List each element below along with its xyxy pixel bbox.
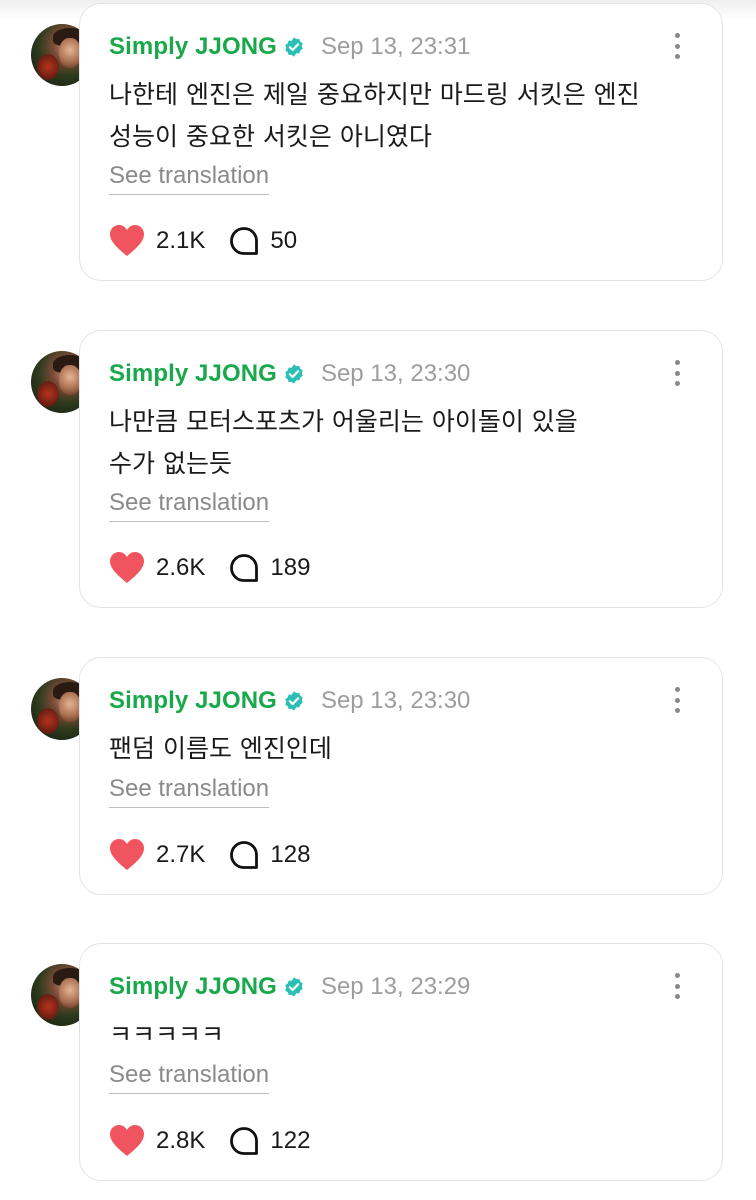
avatar-glow — [37, 708, 59, 734]
verified-icon — [285, 977, 303, 997]
feed: Simply JJONG Sep 13, 23:31 나한테 엔진은 제일 중요… — [0, 0, 756, 1200]
see-translation-link[interactable]: See translation — [109, 489, 270, 522]
more-vertical-icon[interactable] — [672, 971, 682, 1001]
post-card[interactable]: Simply JJONG Sep 13, 23:29 ㅋㅋㅋㅋㅋ See tra… — [79, 943, 723, 1181]
more-vertical-icon[interactable] — [672, 685, 682, 715]
comment-count: 189 — [270, 554, 311, 581]
post-text: 나만큼 모터스포츠가 어울리는 아이돌이 있을 수가 없는듯 — [109, 401, 709, 485]
like-count: 2.1K — [156, 227, 206, 254]
avatar-face — [59, 38, 81, 68]
speech-bubble-icon[interactable] — [229, 840, 259, 870]
post: Simply JJONG Sep 13, 23:30 나만큼 모터스포츠가 어울… — [0, 327, 756, 612]
speech-bubble-icon[interactable] — [229, 226, 259, 256]
see-translation-link[interactable]: See translation — [109, 775, 270, 808]
post-stats: 2.1K 50 — [109, 224, 297, 258]
post-text-line: 수가 없는듯 — [109, 449, 232, 478]
more-vertical-icon[interactable] — [672, 358, 682, 388]
verified-icon — [285, 37, 303, 57]
post-header: Simply JJONG Sep 13, 23:31 — [109, 31, 470, 63]
post-header: Simply JJONG Sep 13, 23:30 — [109, 685, 470, 717]
post-card[interactable]: Simply JJONG Sep 13, 23:30 팬덤 이름도 엔진인데 S… — [79, 657, 723, 895]
comment-count: 122 — [270, 1127, 311, 1154]
post-timestamp: Sep 13, 23:29 — [320, 973, 471, 1000]
verified-icon — [285, 364, 303, 384]
author-name[interactable]: Simply JJONG — [109, 360, 277, 388]
post-text-line: 나한테 엔진은 제일 중요하지만 마드링 서킷은 엔진 — [109, 80, 640, 109]
post-stats: 2.8K 122 — [109, 1124, 310, 1158]
post-text: ㅋㅋㅋㅋㅋ — [109, 1014, 709, 1056]
verified-icon — [285, 691, 303, 711]
avatar-face — [59, 692, 81, 722]
post-text-line: 팬덤 이름도 엔진인데 — [109, 734, 332, 763]
avatar-glow — [37, 994, 59, 1020]
post-stats: 2.7K 128 — [109, 838, 310, 872]
post-text-line: 나만큼 모터스포츠가 어울리는 아이돌이 있을 — [109, 407, 578, 436]
avatar-glow — [37, 381, 59, 407]
avatar-face — [59, 978, 81, 1008]
post-timestamp: Sep 13, 23:31 — [320, 33, 471, 60]
speech-bubble-icon[interactable] — [229, 1126, 259, 1156]
speech-bubble-icon[interactable] — [229, 553, 259, 583]
post-card[interactable]: Simply JJONG Sep 13, 23:31 나한테 엔진은 제일 중요… — [79, 3, 723, 281]
post-header: Simply JJONG Sep 13, 23:30 — [109, 358, 470, 390]
post: Simply JJONG Sep 13, 23:31 나한테 엔진은 제일 중요… — [0, 0, 756, 285]
see-translation-link[interactable]: See translation — [109, 162, 270, 195]
post: Simply JJONG Sep 13, 23:30 팬덤 이름도 엔진인데 S… — [0, 654, 756, 899]
post-stats: 2.6K 189 — [109, 551, 310, 585]
post: Simply JJONG Sep 13, 23:29 ㅋㅋㅋㅋㅋ See tra… — [0, 940, 756, 1185]
like-count: 2.7K — [156, 841, 206, 868]
more-vertical-icon[interactable] — [672, 31, 682, 61]
like-count: 2.6K — [156, 554, 206, 581]
see-translation-link[interactable]: See translation — [109, 1061, 270, 1094]
comment-count: 128 — [270, 841, 311, 868]
heart-icon[interactable] — [109, 551, 145, 585]
post-header: Simply JJONG Sep 13, 23:29 — [109, 971, 470, 1003]
post-text: 나한테 엔진은 제일 중요하지만 마드링 서킷은 엔진 성능이 중요한 서킷은 … — [109, 74, 709, 158]
author-name[interactable]: Simply JJONG — [109, 973, 277, 1001]
post-text-line: 성능이 중요한 서킷은 아니였다 — [109, 122, 432, 151]
post-timestamp: Sep 13, 23:30 — [320, 360, 471, 387]
post-text-line: ㅋㅋㅋㅋㅋ — [109, 1020, 225, 1049]
post-timestamp: Sep 13, 23:30 — [320, 687, 471, 714]
comment-count: 50 — [270, 227, 298, 254]
heart-icon[interactable] — [109, 838, 145, 872]
heart-icon[interactable] — [109, 1124, 145, 1158]
author-name[interactable]: Simply JJONG — [109, 33, 277, 61]
avatar-face — [59, 365, 81, 395]
like-count: 2.8K — [156, 1127, 206, 1154]
post-card[interactable]: Simply JJONG Sep 13, 23:30 나만큼 모터스포츠가 어울… — [79, 330, 723, 608]
heart-icon[interactable] — [109, 224, 145, 258]
author-name[interactable]: Simply JJONG — [109, 687, 277, 715]
avatar-glow — [37, 54, 59, 80]
post-text: 팬덤 이름도 엔진인데 — [109, 728, 709, 770]
